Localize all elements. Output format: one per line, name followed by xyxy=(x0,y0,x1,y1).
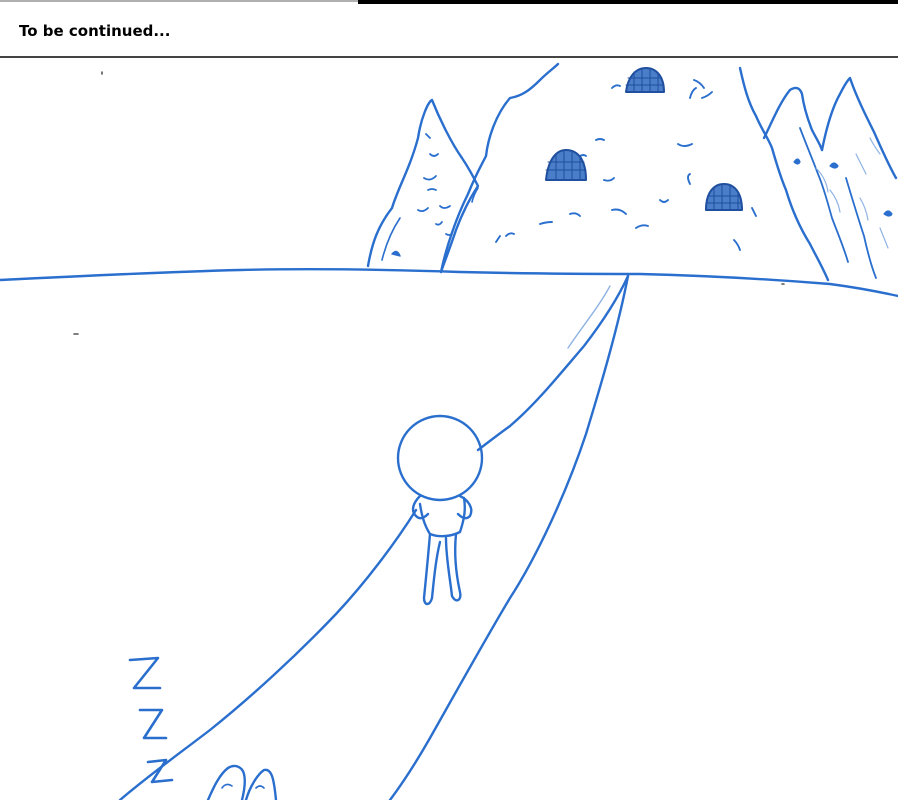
arched-door xyxy=(545,149,587,181)
person-figure xyxy=(396,414,484,606)
comic-panel xyxy=(0,58,898,800)
caption-text: To be continued... xyxy=(19,22,171,40)
left-mountain xyxy=(366,98,480,274)
arched-door xyxy=(625,67,665,93)
arched-door xyxy=(705,183,743,211)
ghost-figures xyxy=(206,764,278,800)
sketch-drawing xyxy=(0,62,898,800)
right-mountains xyxy=(762,76,898,279)
paper-specks xyxy=(73,71,785,335)
person-head xyxy=(396,414,484,502)
path-road xyxy=(118,274,630,800)
caption-bar: To be continued... xyxy=(0,5,898,56)
horizon-line xyxy=(0,267,898,298)
center-mountain xyxy=(439,62,830,282)
